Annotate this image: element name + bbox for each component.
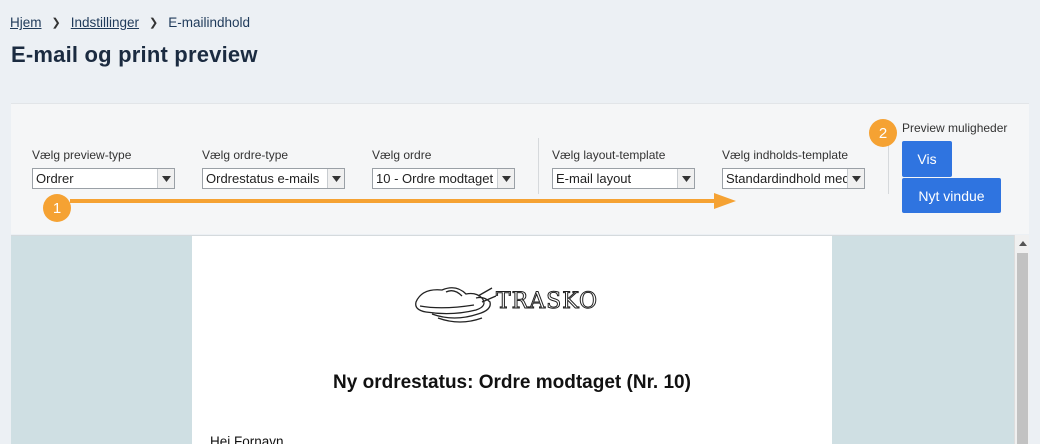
logo-text: TRASKO [496,289,598,314]
email-heading: Ny ordrestatus: Ordre modtaget (Nr. 10) [333,372,691,393]
vertical-scrollbar[interactable] [1014,235,1029,444]
chevron-down-icon [157,169,174,188]
scrollbar-thumb[interactable] [1017,253,1028,444]
preview-options-label: Preview muligheder [902,121,1008,135]
breadcrumb-home-link[interactable]: Hjem [10,15,42,30]
order-type-value: Ordrestatus e-mails [206,171,320,186]
new-window-button[interactable]: Nyt vindue [902,178,1001,213]
scroll-up-icon[interactable] [1015,235,1030,251]
content-template-label: Vælg indholds-template [722,148,849,162]
chevron-down-icon [847,169,864,188]
trasko-logo: TRASKO [415,287,598,323]
show-button[interactable]: Vis [902,141,952,177]
order-type-label: Vælg ordre-type [202,148,289,162]
arrow-head-icon [714,193,736,209]
divider [538,138,539,194]
page-title: E-mail og print preview [11,42,258,67]
step-marker-1: 1 [43,194,71,222]
order-label: Vælg ordre [372,148,432,162]
order-type-field: Vælg ordre-type Ordrestatus e-mails [202,148,345,189]
breadcrumb-current: E-mailindhold [168,15,251,30]
email-greeting: Hej Fornavn [210,434,284,444]
email-preview: TRASKO Ny ordrestatus: Ordre modtaget (N… [192,236,832,444]
preview-type-select[interactable]: Ordrer [32,168,175,189]
preview-area: TRASKO Ny ordrestatus: Ordre modtaget (N… [11,235,1014,444]
layout-template-value: E-mail layout [556,171,632,186]
content-template-value: Standardindhold med [726,171,850,186]
content-template-field: Vælg indholds-template Standardindhold m… [722,148,865,189]
breadcrumb: Hjem ❯ Indstillinger ❯ E-mailindhold [10,15,250,30]
preview-options: Preview muligheder [902,121,1007,135]
chevron-down-icon [677,169,694,188]
chevron-right-icon: ❯ [149,17,159,29]
layout-template-select[interactable]: E-mail layout [552,168,695,189]
preview-type-field: Vælg preview-type Ordrer [32,148,175,189]
preview-type-label: Vælg preview-type [32,148,132,162]
order-field: Vælg ordre 10 - Ordre modtaget [372,148,515,189]
divider [888,138,889,194]
chevron-down-icon [497,169,514,188]
chevron-right-icon: ❯ [51,17,61,29]
order-value: 10 - Ordre modtaget [376,171,494,186]
step-marker-2: 2 [869,119,897,147]
arrow-annotation [70,199,720,203]
chevron-down-icon [327,169,344,188]
content-template-select[interactable]: Standardindhold med [722,168,865,189]
layout-template-label: Vælg layout-template [552,148,666,162]
breadcrumb-settings-link[interactable]: Indstillinger [71,15,139,30]
preview-type-value: Ordrer [36,171,74,186]
order-type-select[interactable]: Ordrestatus e-mails [202,168,345,189]
layout-template-field: Vælg layout-template E-mail layout [552,148,695,189]
order-select[interactable]: 10 - Ordre modtaget [372,168,515,189]
